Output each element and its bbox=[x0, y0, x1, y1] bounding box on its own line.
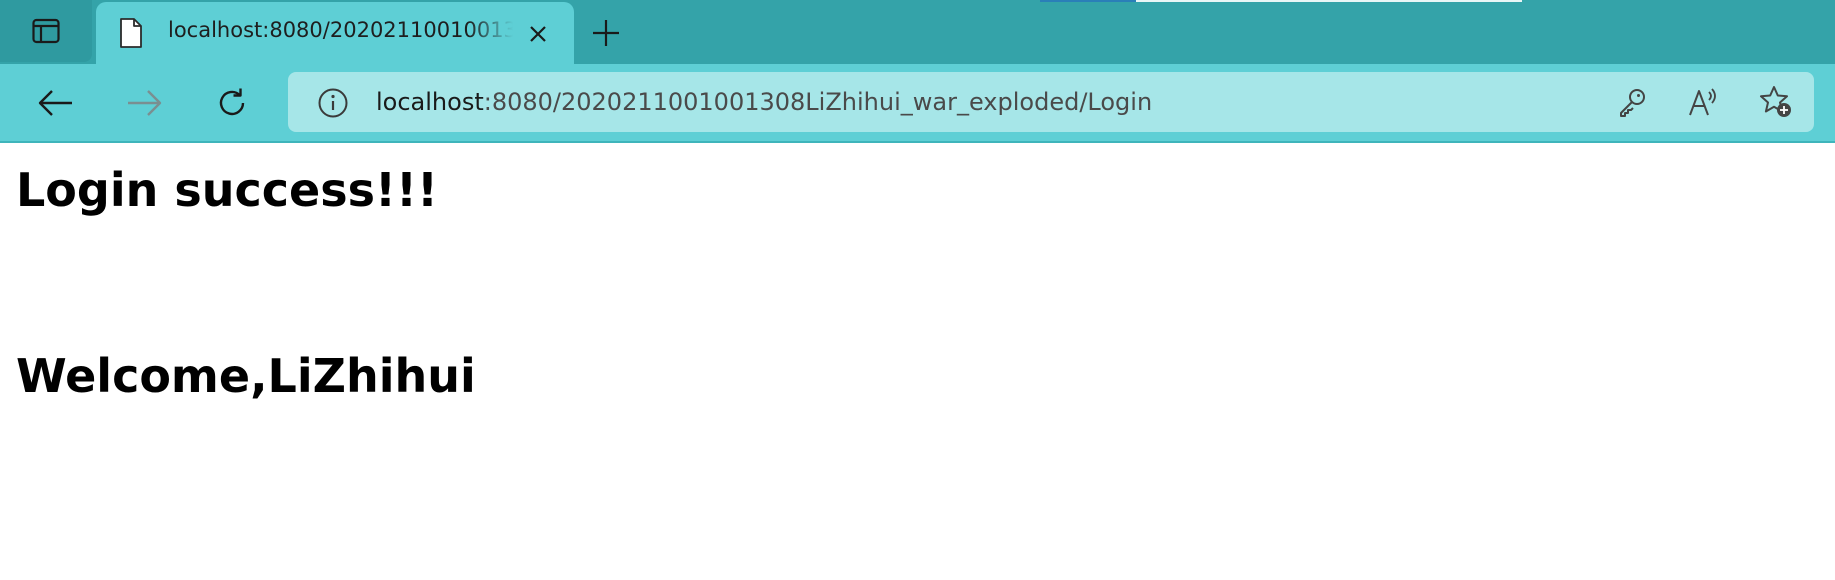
refresh-icon bbox=[219, 88, 245, 116]
forward-arrow-icon bbox=[128, 90, 162, 116]
key-icon bbox=[1620, 89, 1645, 117]
page-content: Login success!!! Welcome,LiZhihui bbox=[0, 143, 1835, 580]
page-icon bbox=[120, 18, 142, 48]
tab-actions-button[interactable] bbox=[0, 0, 92, 62]
star-add-icon bbox=[1760, 86, 1791, 117]
url-path: :8080/2020211001001308LiZhihui_war_explo… bbox=[483, 88, 1153, 116]
forward-button[interactable] bbox=[124, 83, 164, 123]
login-success-heading: Login success!!! bbox=[16, 163, 438, 217]
tab-strip: localhost:8080/2020211001001308LiZhihui_… bbox=[0, 0, 1835, 64]
read-aloud-icon bbox=[1689, 88, 1716, 116]
refresh-button[interactable] bbox=[212, 83, 252, 123]
info-icon[interactable] bbox=[316, 86, 350, 120]
strip-accent-blue bbox=[1040, 0, 1136, 2]
active-tab[interactable]: localhost:8080/2020211001001308LiZhihui_… bbox=[96, 2, 610, 64]
url-text[interactable]: localhost:8080/2020211001001308LiZhihui_… bbox=[376, 88, 1152, 116]
read-aloud-button[interactable] bbox=[1686, 84, 1722, 120]
back-arrow-icon bbox=[38, 90, 72, 116]
url-host: localhost bbox=[376, 88, 484, 116]
password-button[interactable] bbox=[1614, 84, 1650, 120]
strip-accent-light bbox=[1136, 0, 1522, 2]
address-bar[interactable]: localhost:8080/2020211001001308LiZhihui_… bbox=[288, 72, 1814, 132]
browser-toolbar: localhost:8080/2020211001001308LiZhihui_… bbox=[0, 64, 1835, 143]
back-button[interactable] bbox=[36, 83, 76, 123]
plus-icon[interactable] bbox=[590, 17, 622, 49]
favorites-button[interactable] bbox=[1758, 84, 1794, 120]
welcome-heading: Welcome,LiZhihui bbox=[16, 349, 476, 403]
close-icon[interactable] bbox=[526, 22, 550, 46]
tab-actions-icon bbox=[32, 18, 60, 44]
